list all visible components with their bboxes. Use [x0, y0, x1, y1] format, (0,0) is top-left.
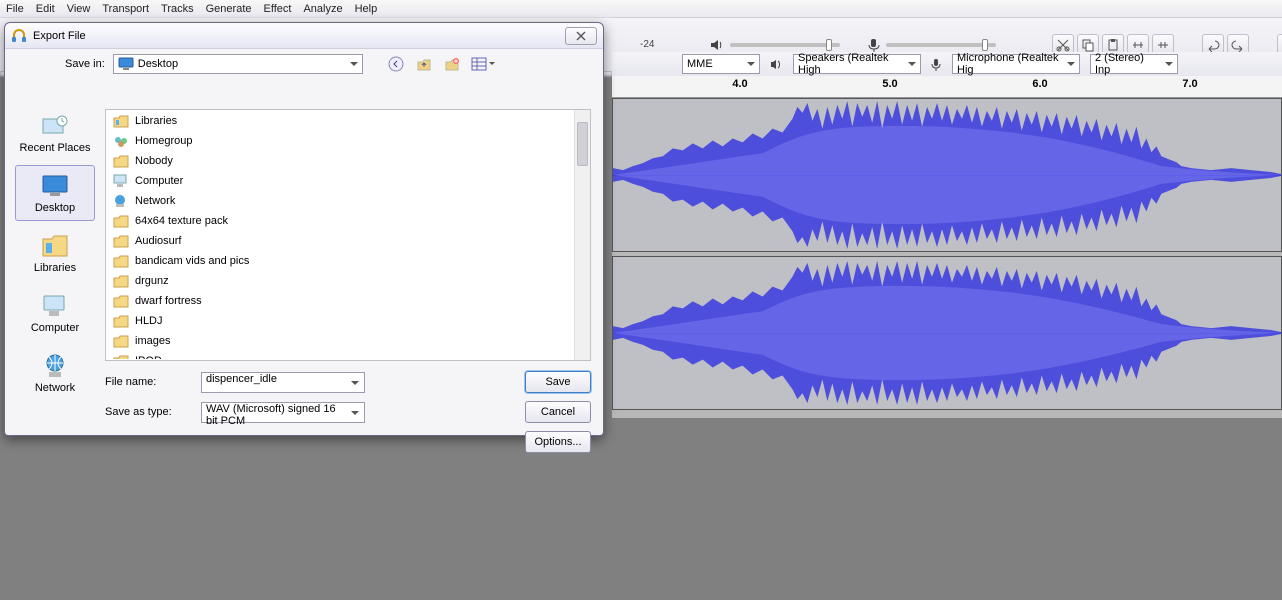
menu-effect[interactable]: Effect — [264, 3, 292, 15]
monitor-icon — [118, 57, 134, 71]
menu-file[interactable]: File — [6, 3, 24, 15]
up-folder-icon[interactable] — [413, 53, 435, 75]
place-recent[interactable]: Recent Places — [15, 105, 95, 161]
timeline-ruler[interactable]: 4.0 5.0 6.0 7.0 — [612, 76, 1282, 98]
ruler-tick: 4.0 — [732, 78, 747, 90]
menu-bar: File Edit View Transport Tracks Generate… — [0, 0, 1282, 18]
list-item[interactable]: Computer — [107, 171, 574, 191]
list-item[interactable]: bandicam vids and pics — [107, 251, 574, 271]
folder-icon — [113, 233, 129, 249]
list-item[interactable]: Network — [107, 191, 574, 211]
audio-host-combo[interactable]: MME — [682, 54, 760, 74]
ruler-tick: 7.0 — [1182, 78, 1197, 90]
list-item[interactable]: Libraries — [107, 111, 574, 131]
list-item[interactable]: Nobody — [107, 151, 574, 171]
new-folder-icon[interactable] — [441, 53, 463, 75]
folder-icon — [113, 313, 129, 329]
speaker-icon — [710, 38, 724, 52]
input-volume-slider[interactable] — [886, 43, 996, 47]
places-bar: Recent Places Desktop Libraries Computer… — [11, 105, 99, 427]
place-desktop[interactable]: Desktop — [15, 165, 95, 221]
folder-icon — [113, 353, 129, 359]
mic-small-icon — [931, 58, 942, 71]
menu-view[interactable]: View — [67, 3, 91, 15]
save-button[interactable]: Save — [525, 371, 591, 393]
list-item[interactable]: 64x64 texture pack — [107, 211, 574, 231]
list-item[interactable]: IPOD — [107, 351, 574, 359]
dialog-title: Export File — [33, 30, 86, 42]
save-in-combo[interactable]: Desktop — [113, 54, 363, 74]
app-headphones-icon — [11, 28, 27, 44]
libraries-icon — [39, 232, 71, 260]
save-as-type-combo[interactable]: WAV (Microsoft) signed 16 bit PCM — [201, 402, 365, 423]
view-menu-icon[interactable] — [469, 53, 497, 75]
options-button[interactable]: Options... — [525, 431, 591, 453]
place-libraries[interactable]: Libraries — [15, 225, 95, 281]
mic-icon — [868, 38, 880, 52]
ruler-tick: 6.0 — [1032, 78, 1047, 90]
menu-tracks[interactable]: Tracks — [161, 3, 194, 15]
computer-icon — [39, 292, 71, 320]
place-network[interactable]: Network — [15, 345, 95, 401]
user-folder-icon — [113, 153, 129, 169]
tracks-area — [612, 98, 1282, 418]
list-item[interactable]: Homegroup — [107, 131, 574, 151]
meter-label: -24 — [640, 39, 654, 50]
channels-combo[interactable]: 2 (Stereo) Inp — [1090, 54, 1178, 74]
ruler-tick: 5.0 — [882, 78, 897, 90]
menu-transport[interactable]: Transport — [102, 3, 149, 15]
menu-help[interactable]: Help — [355, 3, 378, 15]
desktop-icon — [39, 172, 71, 200]
menu-edit[interactable]: Edit — [36, 3, 55, 15]
network-small-icon — [113, 193, 129, 209]
computer-small-icon — [113, 173, 129, 189]
input-device-combo[interactable]: Microphone (Realtek Hig — [952, 54, 1080, 74]
menu-analyze[interactable]: Analyze — [303, 3, 342, 15]
cancel-button[interactable]: Cancel — [525, 401, 591, 423]
folder-icon — [113, 333, 129, 349]
dialog-close-button[interactable] — [565, 27, 597, 45]
folder-icon — [113, 293, 129, 309]
waveform-track-right[interactable] — [612, 256, 1282, 410]
output-volume-slider[interactable] — [730, 43, 840, 47]
file-list[interactable]: Libraries Homegroup Nobody Computer Netw… — [105, 109, 591, 361]
type-label: Save as type: — [105, 406, 191, 418]
folder-icon — [113, 253, 129, 269]
homegroup-icon — [113, 133, 129, 149]
output-device-combo[interactable]: Speakers (Realtek High — [793, 54, 921, 74]
back-icon[interactable] — [385, 53, 407, 75]
file-list-scrollbar[interactable] — [574, 110, 590, 360]
export-file-dialog: Export File Save in: Desktop Recent Plac… — [4, 22, 604, 436]
filename-input[interactable]: dispencer_idle — [201, 372, 365, 393]
list-item[interactable]: Audiosurf — [107, 231, 574, 251]
recent-places-icon — [39, 112, 71, 140]
filename-label: File name: — [105, 376, 191, 388]
waveform-track-left[interactable] — [612, 98, 1282, 252]
list-item[interactable]: dwarf fortress — [107, 291, 574, 311]
menu-generate[interactable]: Generate — [206, 3, 252, 15]
folder-icon — [113, 213, 129, 229]
place-computer[interactable]: Computer — [15, 285, 95, 341]
libraries-icon — [113, 113, 129, 129]
save-in-label: Save in: — [65, 58, 105, 70]
list-item[interactable]: drgunz — [107, 271, 574, 291]
list-item[interactable]: HLDJ — [107, 311, 574, 331]
dialog-titlebar[interactable]: Export File — [5, 23, 603, 49]
folder-icon — [113, 273, 129, 289]
speaker-small-icon — [770, 58, 783, 71]
list-item[interactable]: images — [107, 331, 574, 351]
device-row: MME Speakers (Realtek High Microphone (R… — [612, 52, 1282, 76]
network-icon — [39, 352, 71, 380]
